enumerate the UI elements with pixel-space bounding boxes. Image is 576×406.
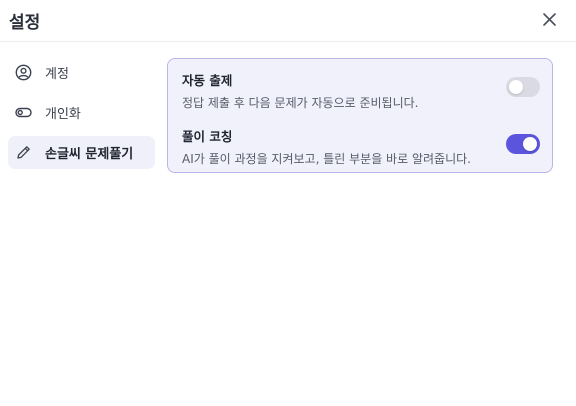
auto-question-toggle[interactable]: [506, 77, 540, 97]
sidebar-item-label: 개인화: [45, 107, 81, 122]
sidebar-item-account[interactable]: 계정: [8, 56, 155, 89]
page-title: 설정: [9, 13, 41, 33]
user-circle-icon: [15, 64, 32, 81]
setting-description: AI가 풀이 과정을 지켜보고, 틀린 부분을 바로 알려줍니다.: [182, 152, 471, 166]
setting-title: 풀이 코칭: [182, 129, 233, 144]
solution-coaching-toggle[interactable]: [506, 134, 540, 154]
sidebar-item-personalization[interactable]: 개인화: [8, 96, 155, 129]
settings-sidebar: 계정 개인화 손글씨 문제풀기: [8, 56, 155, 176]
setting-description: 정답 제출 후 다음 문제가 자동으로 준비됩니다.: [182, 96, 419, 110]
close-icon: [543, 13, 556, 26]
sidebar-item-label: 계정: [45, 67, 69, 82]
setting-auto-question: 자동 출제 정답 제출 후 다음 문제가 자동으로 준비됩니다.: [182, 70, 542, 111]
setting-solution-coaching: 풀이 코칭 AI가 풀이 과정을 지켜보고, 틀린 부분을 바로 알려줍니다.: [182, 126, 542, 167]
sidebar-item-handwriting[interactable]: 손글씨 문제풀기: [8, 136, 155, 169]
settings-header: 설정: [0, 0, 576, 42]
setting-title: 자동 출제: [182, 73, 233, 88]
toggle-knob: [523, 137, 537, 151]
toggle-icon: [15, 104, 32, 121]
sidebar-item-label: 손글씨 문제풀기: [45, 147, 134, 162]
toggle-knob: [509, 80, 523, 94]
pencil-icon: [15, 144, 32, 161]
close-button[interactable]: [540, 10, 559, 29]
handwriting-settings-panel: 자동 출제 정답 제출 후 다음 문제가 자동으로 준비됩니다. 풀이 코칭 A…: [167, 58, 553, 173]
